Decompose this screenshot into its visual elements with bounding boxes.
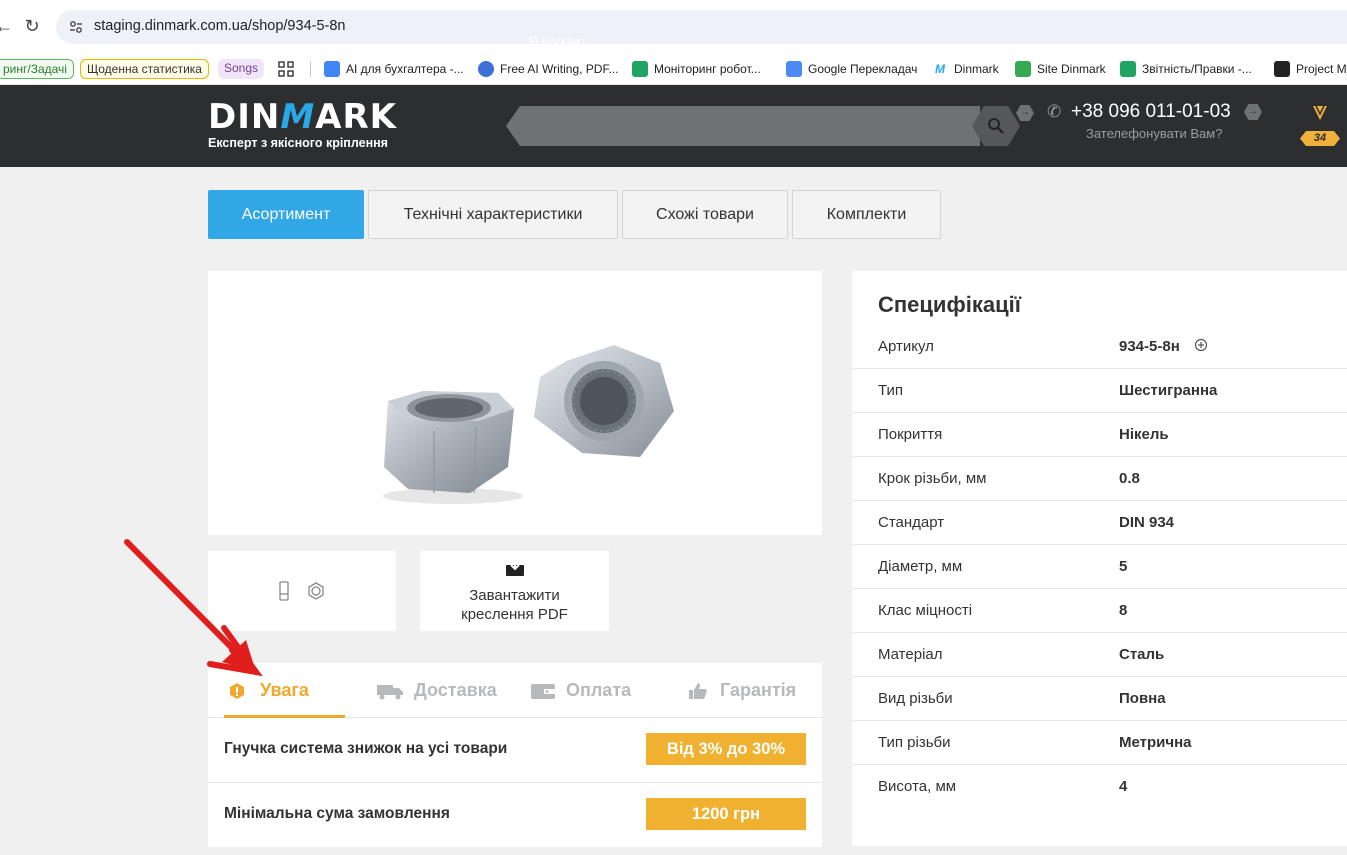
address-bar[interactable]: staging.dinmark.com.ua/shop/934-5-8n (56, 10, 1347, 44)
tab-guarantee[interactable]: Гарантія (688, 680, 796, 701)
phone-arrow-icon[interactable]: → (1244, 104, 1262, 120)
discount-badge: Від 3% до 30% (646, 733, 806, 765)
spec-row: Висота, мм 4 (878, 778, 1128, 795)
discount-row: Гнучка система знижок на усі товари Від … (208, 718, 822, 782)
bookmark-item[interactable]: Google Перекладач (786, 58, 917, 80)
ai-writing-icon (478, 61, 494, 77)
min-order-row: Мінімальна сума замовлення 1200 грн (208, 783, 822, 847)
apps-grid-icon[interactable] (278, 58, 294, 80)
bookmarks-bar: ринг/Задачі Щоденна статистика Songs AI … (0, 52, 1347, 85)
warning-icon (230, 682, 244, 699)
tab-technical-specs[interactable]: Технічні характеристики (368, 190, 618, 239)
download-pdf-button[interactable]: Завантажити креслення PDF (420, 551, 609, 631)
top-view-icon[interactable] (306, 581, 326, 601)
tab-similar-products[interactable]: Схожі товари (622, 190, 788, 239)
download-icon (506, 560, 524, 576)
product-image-card (208, 271, 822, 535)
side-view-icon[interactable] (278, 581, 290, 601)
spec-row: Матеріал Сталь (852, 633, 1347, 677)
phone-number[interactable]: +38 096 011-01-03 (1071, 101, 1231, 123)
tab-assortment[interactable]: Асортимент (208, 190, 364, 239)
bookmark-item[interactable]: Звітність/Правки -... (1120, 58, 1252, 80)
search-input[interactable] (506, 106, 980, 146)
bookmark-item[interactable]: Project M (1274, 58, 1347, 80)
browser-toolbar: ← ↻ staging.dinmark.com.ua/shop/934-5-8n (0, 0, 1347, 52)
spec-row: Вид різьби Повна (852, 677, 1347, 721)
specs-card: Специфікації Артикул 934-5-8н Тип Шестигр… (852, 271, 1347, 846)
bookmark-item[interactable]: Songs (218, 58, 265, 80)
bookmark-item[interactable]: AI для бухгалтера -... (324, 58, 464, 80)
translate-icon (786, 61, 802, 77)
cart-icon[interactable] (1310, 104, 1330, 122)
copy-plus-icon[interactable] (1194, 338, 1208, 352)
site-settings-icon[interactable] (68, 19, 84, 35)
view-thumbnails (208, 551, 396, 631)
truck-icon (377, 684, 403, 699)
spec-row: Тип різьби Метрична (852, 721, 1347, 765)
tab-payment[interactable]: Оплата (530, 680, 631, 701)
spec-row: Стандарт DIN 934 (852, 501, 1347, 545)
tab-delivery[interactable]: Доставка (376, 680, 497, 701)
sheets-icon (632, 61, 648, 77)
bookmark-item[interactable]: Site Dinmark (1015, 58, 1106, 80)
bookmark-item[interactable]: Free AI Writing, PDF... (478, 58, 618, 80)
search-arrow-icon[interactable]: → (1016, 105, 1034, 121)
dinmark-logo[interactable]: DINMARK Експерт з якісного кріплення (208, 99, 397, 150)
project-icon (1274, 61, 1290, 77)
bookmark-item[interactable]: ринг/Задачі (0, 58, 74, 80)
bookmark-item[interactable]: Щоденна статистика (80, 58, 209, 80)
spec-row: Покриття Нікель (852, 413, 1347, 457)
spec-row: Артикул 934-5-8н (852, 325, 1347, 369)
product-image[interactable] (208, 271, 822, 535)
tab-attention[interactable]: Увага (228, 680, 309, 701)
back-arrow-icon[interactable]: ← (0, 14, 16, 38)
spec-row: Клас міцності 8 (852, 589, 1347, 633)
wallet-icon (531, 683, 555, 699)
search-icon (988, 118, 1004, 134)
spec-row: Тип Шестигранна (852, 369, 1347, 413)
logo-tagline: Експерт з якісного кріплення (208, 136, 388, 150)
tab-kits[interactable]: Комплекти (792, 190, 941, 239)
bookmark-item[interactable]: M Dinmark (932, 58, 999, 80)
bookmarks-divider (310, 61, 311, 77)
bookmark-item[interactable]: Моніторинг робот... (632, 58, 761, 80)
cart-count-badge: 34 (1300, 131, 1340, 146)
site-icon (1015, 61, 1031, 77)
info-tabs-card: Увага Доставка Оплата Гарантія Гнучка си… (208, 663, 822, 847)
phone-icon: ✆ (1047, 102, 1062, 121)
reload-icon[interactable]: ↻ (20, 14, 44, 38)
dinmark-icon: M (932, 61, 948, 77)
thumbs-up-icon (689, 682, 707, 699)
callback-link[interactable]: Зателефонувати Вам? (1086, 126, 1222, 141)
spec-row: Крок різьби, мм 0.8 (852, 457, 1347, 501)
specs-title: Специфікації (878, 292, 1021, 317)
min-order-badge: 1200 грн (646, 798, 806, 830)
spec-row: Діаметр, мм 5 (852, 545, 1347, 589)
docs-icon (324, 61, 340, 77)
sheets-icon (1120, 61, 1136, 77)
search-placeholder[interactable]: Я шукаю (528, 33, 585, 49)
url-text[interactable]: staging.dinmark.com.ua/shop/934-5-8n (94, 18, 345, 34)
